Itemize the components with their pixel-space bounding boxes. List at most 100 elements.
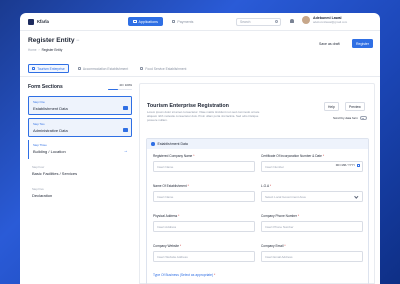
- placeholder: Insert Number: [265, 165, 285, 169]
- app-window: Kfarla Applications Payments Search Adeb…: [20, 13, 380, 284]
- brand-name: Kfarla: [37, 19, 49, 24]
- tab-label: Food Service Establishment: [145, 66, 187, 71]
- arrow-right-icon: →: [123, 147, 129, 153]
- page-title: Register Entity •••: [28, 37, 79, 44]
- preview-button[interactable]: Preview: [345, 102, 365, 111]
- establishment-name-input[interactable]: Insert Name: [153, 190, 255, 202]
- step-name: Declaration: [32, 193, 53, 199]
- scroll-by-form-toggle[interactable]: Scroll by data form: [333, 116, 368, 120]
- tab-divider: [20, 76, 380, 77]
- chevron-down-icon: [354, 193, 359, 198]
- field-label-text: L.G.A: [261, 184, 269, 188]
- step-name: Administrative Data: [33, 128, 68, 134]
- business-type-label: Type Of Business (Select as appropriate)…: [153, 273, 215, 277]
- help-button[interactable]: Help: [324, 102, 339, 111]
- placeholder: Insert Name: [157, 165, 174, 169]
- tab-accommodation-establishment[interactable]: Accommodation Establishment: [75, 64, 131, 73]
- registered-company-name-field: Registered Company Name * Insert Name: [153, 154, 255, 172]
- required-marker: *: [284, 244, 286, 248]
- progress-indicator: 40 / 100%: [108, 83, 132, 91]
- physical-address-input[interactable]: Insert Address: [153, 220, 255, 232]
- company-phone-input[interactable]: Insert Phone Number: [261, 220, 363, 232]
- field-label-text: Certificate Of Incorporation Number & Da…: [261, 154, 322, 158]
- placeholder: Insert Phone Number: [265, 225, 294, 229]
- company-email-input[interactable]: Insert Email Address: [261, 250, 363, 262]
- certificate-number-input[interactable]: Insert Number DD / MM / YYYY: [261, 160, 363, 172]
- step-label: Step Five: [32, 187, 44, 192]
- breadcrumb-separator: ›: [38, 48, 40, 52]
- tab-food-service-establishment[interactable]: Food Service Establishment: [137, 64, 189, 73]
- field-label: Company Email *: [261, 244, 363, 248]
- required-marker: *: [179, 244, 182, 248]
- required-marker: *: [297, 214, 300, 218]
- breadcrumb: Home › Register Entity: [28, 48, 62, 52]
- company-email-field: Company Email * Insert Email Address: [261, 244, 363, 262]
- step-name: Basic Facilities / Services: [32, 171, 78, 177]
- step-item-building-location[interactable]: Step Three Building / Location →: [28, 140, 132, 160]
- register-button[interactable]: Register: [352, 39, 374, 48]
- form-sections-header: Form Sections 40 / 100%: [28, 83, 132, 91]
- step-item-establishment-data[interactable]: Step One Establishment Data: [28, 96, 132, 116]
- placeholder: Insert Website Address: [157, 255, 188, 259]
- step-label: Step Two: [33, 122, 45, 127]
- field-label-text: Registered Company Name: [153, 154, 193, 158]
- establishment-data-card: Establishment Data Registered Company Na…: [146, 138, 369, 284]
- brand[interactable]: Kfarla: [28, 18, 108, 25]
- scroll-label: Scroll by data form: [333, 116, 359, 120]
- logo-icon: [28, 18, 34, 25]
- progress-text: 40 / 100%: [119, 83, 132, 87]
- user-menu[interactable]: Adebunmi Lawal adebunmilawal@gmail.com: [302, 16, 347, 24]
- placeholder: Insert Address: [157, 225, 177, 229]
- company-website-field: Company Website * Insert Website Address: [153, 244, 255, 262]
- form-description: Lorem ipsum dolor sit amet consectetur. …: [147, 110, 260, 122]
- step-name: Establishment Data: [33, 106, 68, 112]
- notification-button[interactable]: [288, 18, 295, 25]
- field-label-text: Physical Address: [153, 214, 178, 218]
- nav-tabs: Applications Payments: [128, 17, 198, 26]
- search-input[interactable]: Search: [236, 17, 281, 26]
- field-label-text: Company Phone Number: [261, 214, 297, 218]
- field-label-text: Name Of Establishment: [153, 184, 187, 188]
- company-website-input[interactable]: Insert Website Address: [153, 250, 255, 262]
- field-label-text: Company Email: [261, 244, 284, 248]
- top-navigation: Kfarla Applications Payments Search Adeb…: [20, 13, 380, 31]
- required-marker: *: [187, 184, 189, 188]
- title-badge: •••: [76, 39, 80, 42]
- entity-tabs: Tourism Enterprise Accommodation Establi…: [28, 64, 189, 73]
- field-label: Certificate Of Incorporation Number & Da…: [261, 154, 363, 158]
- search-placeholder: Search: [240, 20, 251, 24]
- page-header: Register Entity ••• Home › Register Enti…: [20, 31, 380, 61]
- lga-select[interactable]: Select Local Government Area: [261, 190, 363, 202]
- accommodation-icon: [77, 66, 81, 71]
- lga-field: L.G.A * Select Local Government Area: [261, 184, 363, 202]
- save-draft-button[interactable]: Save as draft: [315, 39, 344, 48]
- business-type-text: Type Of Business (Select as appropriate): [153, 273, 214, 277]
- tab-label: Accommodation Establishment: [82, 66, 129, 71]
- step-item-declaration[interactable]: Step Five Declaration: [28, 184, 132, 203]
- step-list: Step One Establishment Data Step Two Adm…: [28, 96, 132, 203]
- nav-tab-label: Applications: [138, 19, 158, 24]
- step-item-basic-facilities[interactable]: Step Four Basic Facilities / Services: [28, 162, 132, 181]
- nav-tab-applications[interactable]: Applications: [128, 17, 163, 26]
- page-title-text: Register Entity: [28, 37, 75, 44]
- step-item-administrative-data[interactable]: Step Two Administrative Data: [28, 118, 132, 138]
- bell-icon: [289, 18, 294, 24]
- registered-company-name-input[interactable]: Insert Name: [153, 160, 255, 172]
- tourism-icon: [32, 66, 36, 71]
- date-picker[interactable]: DD / MM / YYYY: [336, 163, 360, 167]
- establishment-name-field: Name Of Establishment * Insert Name: [153, 184, 255, 202]
- step-label: Step Three: [33, 143, 47, 148]
- field-label: Name Of Establishment *: [153, 184, 255, 188]
- toggle-switch[interactable]: [360, 116, 368, 120]
- form-panel: Tourism Enterprise Registration Lorem ip…: [139, 83, 375, 284]
- placeholder: Insert Email Address: [265, 255, 293, 259]
- step-label: Step Four: [32, 165, 45, 170]
- progress-bar-fill: [108, 88, 118, 91]
- checkbox-checked-icon: [123, 105, 128, 111]
- nav-tab-payments[interactable]: Payments: [167, 17, 198, 26]
- user-email: adebunmilawal@gmail.com: [313, 19, 348, 24]
- tab-tourism-enterprise[interactable]: Tourism Enterprise: [28, 64, 69, 73]
- breadcrumb-home[interactable]: Home: [28, 48, 37, 52]
- form-title: Tourism Enterprise Registration: [147, 103, 229, 109]
- field-label: Registered Company Name *: [153, 154, 255, 158]
